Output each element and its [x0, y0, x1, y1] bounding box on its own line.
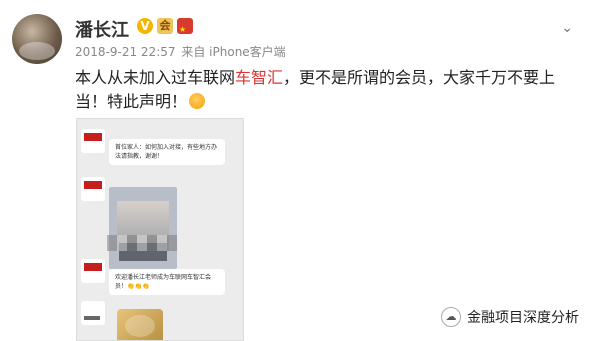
username[interactable]: 潘长江 — [75, 16, 129, 42]
chat-bubble: 欢迎潘长江老师成为车联网车智汇会员！👏👏👏 — [109, 269, 225, 295]
post-text-before: 本人从未加入过车联网 — [75, 68, 236, 87]
post-timestamp: 2018-9-21 22:57 — [75, 45, 176, 59]
flag-icon — [177, 18, 193, 34]
chat-bubble: 首位家人：如何加入对接，有些地方办法请指教，谢谢！ — [109, 139, 225, 165]
verified-badge: V — [137, 18, 153, 34]
avatar — [81, 259, 105, 283]
post-text-highlight[interactable]: 车智汇 — [235, 68, 283, 87]
via-prefix: 来自 — [181, 45, 206, 59]
shoe-strip-image — [107, 235, 177, 251]
badge-row: V 会 — [137, 18, 193, 34]
chat-photo — [109, 187, 177, 269]
chat-gold-image — [117, 309, 163, 340]
member-badge: 会 — [157, 18, 173, 34]
post-body: 本人从未加入过车联网车智汇，更不是所谓的会员，大家千万不要上当！特此声明！ — [75, 66, 575, 114]
watermark-text: 金融项目深度分析 — [467, 310, 579, 326]
via-device[interactable]: iPhone客户端 — [209, 45, 286, 59]
watermark: ☁ 金融项目深度分析 — [441, 306, 586, 328]
chevron-down-icon[interactable]: ⌄ — [561, 20, 573, 36]
angry-face-icon — [189, 93, 206, 109]
attached-image[interactable]: 首位家人：如何加入对接，有些地方办法请指教，谢谢！ 欢迎潘长江老师成为车联网车智… — [76, 118, 244, 341]
user-avatar[interactable] — [12, 14, 62, 64]
avatar — [81, 177, 105, 201]
avatar — [81, 129, 105, 153]
avatar — [81, 301, 105, 325]
post-meta: 2018-9-21 22:57 来自 iPhone客户端 — [75, 43, 286, 60]
wechat-logo-icon: ☁ — [441, 307, 461, 327]
